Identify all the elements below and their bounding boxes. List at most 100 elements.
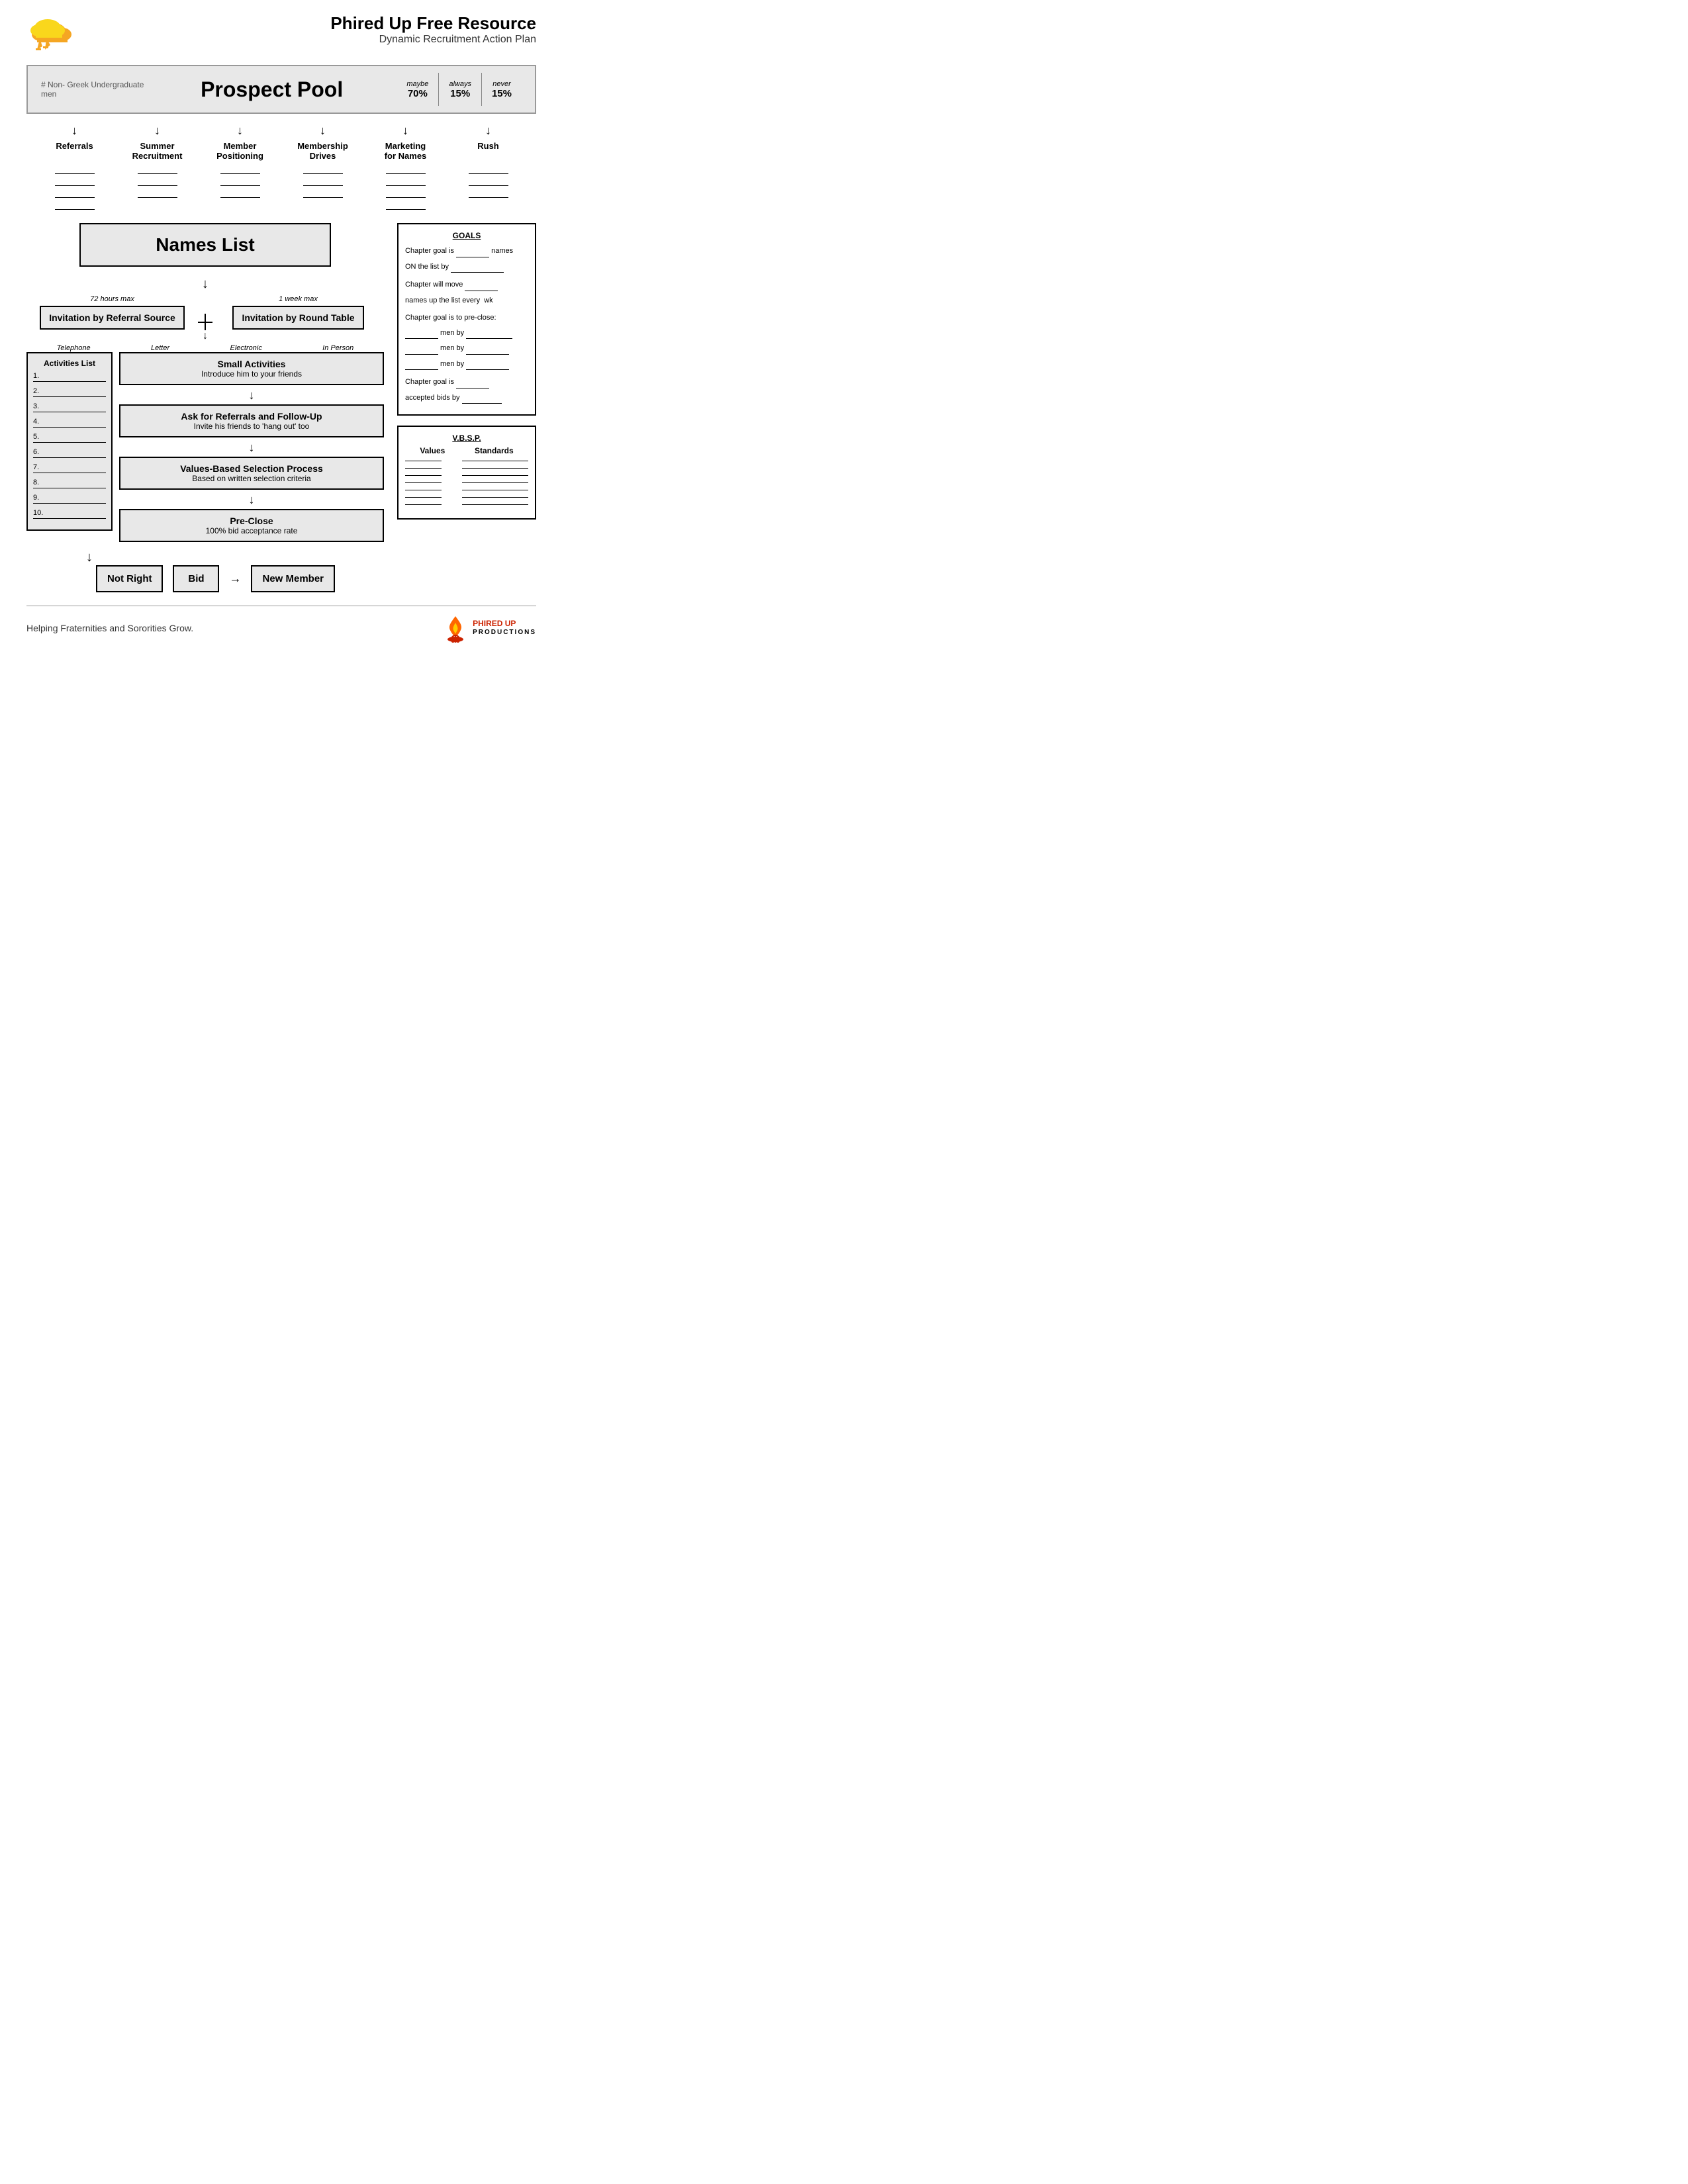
category-positioning: MemberPositioning: [207, 141, 273, 161]
flow-step-2-sub: Invite his friends to 'hang out' too: [130, 422, 373, 431]
vbsp-col1-header: Values: [420, 446, 445, 455]
blank-8a: [405, 359, 438, 371]
vbsp-row-4: [405, 482, 528, 483]
page-title: Phired Up Free Resource: [330, 13, 536, 34]
prospect-pool-label: # Non- Greek Undergraduate men: [41, 80, 147, 99]
footer-logo-text: PHIRED UP PRODUCTIONS: [473, 619, 536, 636]
page-footer: Helping Fraternities and Sororities Grow…: [26, 606, 536, 643]
outcome-row: ↓: [26, 550, 384, 565]
activities-list-box: Activities List 1. 2. 3. 4. 5. 6. 7. 8. …: [26, 352, 113, 531]
activities-item-7: 7.: [33, 463, 106, 473]
flow-step-4: Pre-Close 100% bid acceptance rate: [119, 509, 384, 542]
goals-line-6: men by: [405, 328, 528, 340]
blank-line: [469, 178, 508, 186]
page-header: Phired Up Free Resource Dynamic Recruitm…: [26, 13, 536, 58]
invitation-roundtable-wrap: 1 week max Invitation by Round Table: [212, 295, 384, 330]
flow-step-3-sub: Based on written selection criteria: [130, 474, 373, 483]
goals-line-2: ON the list by: [405, 261, 528, 273]
vbsp-std-4: [462, 482, 528, 483]
goals-line-9: Chapter goal is: [405, 377, 528, 388]
goals-title: GOALS: [405, 231, 528, 240]
flow-step-1: Small Activities Introduce him to your f…: [119, 352, 384, 385]
blank-9: [456, 377, 489, 388]
blank-line: [303, 166, 343, 174]
goals-line-10: accepted bids by: [405, 392, 528, 404]
flow-steps: Small Activities Introduce him to your f…: [119, 352, 384, 543]
blank-6b: [466, 328, 512, 340]
activities-list-title: Activities List: [33, 359, 106, 368]
bid-label: Bid: [188, 573, 204, 584]
vbsp-val-4: [405, 482, 442, 483]
arrow-drives: ↓: [320, 124, 326, 138]
activities-item-2: 2.: [33, 387, 106, 397]
arrow-positioning: ↓: [237, 124, 243, 138]
goals-line-7: men by: [405, 343, 528, 355]
category-referrals: Referrals: [42, 141, 108, 161]
never-label: never: [492, 80, 511, 88]
vbsp-val-7: [405, 504, 442, 505]
invitation-roundtable-box: Invitation by Round Table: [232, 306, 363, 330]
flow-arrow-2: ↓: [249, 441, 255, 455]
goals-line-5: Chapter goal is to pre-close:: [405, 312, 528, 324]
blank-line: [303, 178, 343, 186]
blank-line: [220, 166, 260, 174]
goals-line-1: Chapter goal is names: [405, 246, 528, 257]
blank-7a: [405, 343, 438, 355]
activities-item-10: 10.: [33, 509, 106, 519]
goals-date-blank: [451, 261, 504, 273]
invitation-referral-wrap: 72 hours max Invitation by Referral Sour…: [26, 295, 198, 330]
lines-col-4: [290, 166, 356, 210]
vbsp-box: V.B.S.P. Values Standards: [397, 426, 536, 520]
blank-line: [469, 190, 508, 198]
flow-step-4-sub: 100% bid acceptance rate: [130, 526, 373, 535]
always-value: 15%: [450, 88, 470, 99]
flow-step-3-title: Values-Based Selection Process: [130, 463, 373, 474]
arrow-summer: ↓: [154, 124, 160, 138]
flow-arrow-1: ↓: [249, 388, 255, 402]
flow-step-2: Ask for Referrals and Follow-Up Invite h…: [119, 404, 384, 437]
vbsp-std-3: [462, 475, 528, 476]
vbsp-row-6: [405, 497, 528, 498]
blank-line: [138, 178, 177, 186]
blank-line: [469, 166, 508, 174]
method-electronic: Electronic: [230, 344, 262, 352]
blank-10: [462, 392, 502, 404]
activities-item-9: 9.: [33, 494, 106, 504]
flow-step-3: Values-Based Selection Process Based on …: [119, 457, 384, 490]
connector-arrow-down: ↓: [203, 330, 208, 342]
maybe-label: maybe: [406, 80, 428, 88]
maybe-value: 70%: [408, 88, 428, 99]
category-rush: Rush: [455, 141, 522, 161]
footer-tagline: Helping Fraternities and Sororities Grow…: [26, 623, 193, 633]
pool-stats: maybe 70% always 15% never 15%: [397, 73, 522, 106]
method-telephone: Telephone: [57, 344, 91, 352]
blank-line: [55, 178, 95, 186]
lines-col-3: [207, 166, 273, 210]
blank-line: [386, 178, 426, 186]
categories-row: Referrals SummerRecruitment MemberPositi…: [26, 141, 536, 161]
blank-line: [220, 178, 260, 186]
blank-6a: [405, 328, 438, 340]
vbsp-row-2: [405, 468, 528, 469]
goals-move-blank: [465, 279, 498, 291]
blank-line: [55, 166, 95, 174]
blank-line: [138, 166, 177, 174]
vbsp-std-7: [462, 504, 528, 505]
activities-item-4: 4.: [33, 418, 106, 428]
category-summer: SummerRecruitment: [124, 141, 191, 161]
referral-timing: 72 hours max: [90, 295, 134, 303]
names-list-title: Names List: [120, 234, 290, 255]
flow-step-1-sub: Introduce him to your friends: [130, 369, 373, 379]
roundtable-timing: 1 week max: [279, 295, 318, 303]
arrow-marketing: ↓: [402, 124, 408, 138]
invitation-roundtable-title: Invitation by Round Table: [242, 312, 354, 323]
invitation-referral-title: Invitation by Referral Source: [49, 312, 175, 323]
lines-col-2: [124, 166, 191, 210]
pool-never: never 15%: [482, 80, 522, 99]
arrow-rush: ↓: [485, 124, 491, 138]
phired-up-flame-icon: [444, 613, 467, 643]
invitation-row: 72 hours max Invitation by Referral Sour…: [26, 295, 384, 342]
lines-col-1: [42, 166, 108, 210]
prospect-pool-box: # Non- Greek Undergraduate men Prospect …: [26, 65, 536, 114]
vbsp-col2-header: Standards: [475, 446, 514, 455]
